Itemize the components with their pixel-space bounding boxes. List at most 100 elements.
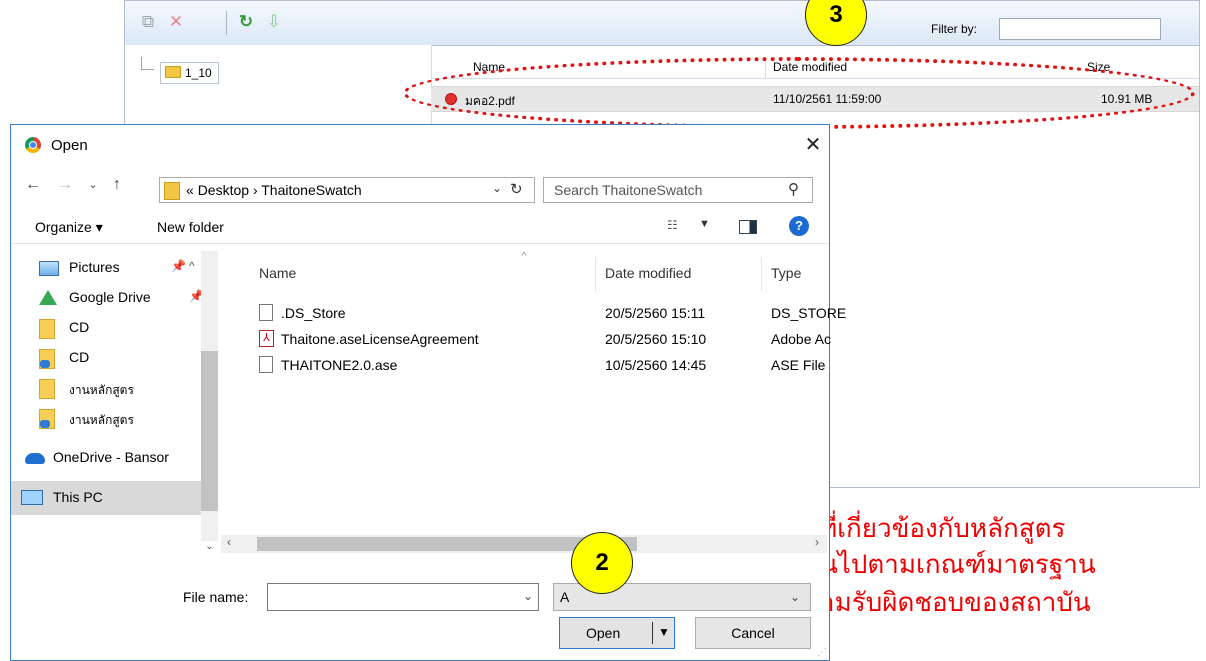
file-type: DS_STORE xyxy=(771,305,847,321)
document-icon xyxy=(259,304,273,321)
search-input[interactable]: Search ThaitoneSwatch ⚲ xyxy=(543,177,813,203)
address-path: « Desktop › ThaitoneSwatch xyxy=(186,182,362,198)
command-bar: Organize ▾ New folder ☷ ▼ ? xyxy=(11,209,829,244)
organize-menu[interactable]: Organize ▾ xyxy=(35,219,103,236)
folder-icon xyxy=(39,379,55,399)
up-arrow-icon[interactable]: ↑ xyxy=(105,173,129,197)
file-type-value: A xyxy=(560,589,570,605)
back-arrow-icon[interactable]: ← xyxy=(21,173,45,197)
new-folder-button[interactable]: New folder xyxy=(157,219,224,235)
thai-text-line-3: ามรับผิดชอบของสถาบัน xyxy=(820,587,1091,617)
chrome-icon xyxy=(25,137,41,153)
thai-text-line-1: ที่เกี่ยวข้องกับหลักสูตร xyxy=(820,513,1066,543)
column-date-modified[interactable]: Date modified xyxy=(605,265,691,281)
google-drive-icon xyxy=(39,290,57,305)
file-name: THAITONE2.0.ase xyxy=(281,357,398,373)
refresh-icon[interactable]: ↻ xyxy=(235,11,257,33)
open-dialog: Open ✕ ← → ⌄ ↑ « Desktop › ThaitoneSwatc… xyxy=(10,124,846,661)
filter-input[interactable] xyxy=(999,18,1161,40)
this-pc-icon xyxy=(21,490,43,505)
nav-item-this-pc[interactable]: This PC xyxy=(11,481,201,515)
nav-item-label: OneDrive - Bansor xyxy=(53,449,169,465)
file-name: Thaitone.aseLicenseAgreement xyxy=(281,331,479,347)
forward-arrow-icon[interactable]: → xyxy=(53,173,77,197)
address-segment-thaitoneswatch[interactable]: ThaitoneSwatch xyxy=(261,182,361,198)
address-bar[interactable]: « Desktop › ThaitoneSwatch ⌄ ↻ xyxy=(159,177,535,203)
view-dropdown-icon[interactable]: ▼ xyxy=(699,218,710,230)
address-segment-desktop[interactable]: Desktop xyxy=(198,182,249,198)
file-list: ^ Name Date modified Type .DS_Store 20/5… xyxy=(221,251,846,535)
file-date: 10/5/2560 14:45 xyxy=(605,357,707,373)
close-icon[interactable]: ✕ xyxy=(799,131,827,159)
file-row[interactable]: THAITONE2.0.ase 10/5/2560 14:45 ASE File xyxy=(221,353,827,379)
nav-item-label: CD xyxy=(69,349,90,365)
nav-item-curriculum-folder[interactable]: งานหลักสูตร xyxy=(11,373,201,403)
scroll-right-icon[interactable]: › xyxy=(815,535,819,549)
nav-item-google-drive[interactable]: Google Drive 📌 xyxy=(11,283,204,313)
column-divider xyxy=(595,257,596,291)
toolbar-separator xyxy=(226,11,227,35)
nav-item-label: Pictures xyxy=(69,259,120,275)
cancel-button[interactable]: Cancel xyxy=(695,617,811,649)
thai-text-line-2: นไปตามเกณฑ์มาตรฐาน xyxy=(820,549,1096,579)
copy-icon[interactable]: ⧉ xyxy=(137,11,159,33)
folder-icon xyxy=(39,319,55,339)
file-row[interactable]: ⅄ Thaitone.aseLicenseAgreement 20/5/2560… xyxy=(221,327,831,353)
nav-item-label: งานหลักสูตร xyxy=(69,383,134,397)
tree-folder-node[interactable]: 1_10 xyxy=(160,62,219,84)
file-row[interactable]: .DS_Store 20/5/2560 15:11 DS_STORE xyxy=(221,301,846,327)
column-type[interactable]: Type xyxy=(771,265,801,281)
nav-item-label: Google Drive xyxy=(69,289,151,305)
search-icon[interactable]: ⚲ xyxy=(788,180,799,198)
open-button[interactable]: Open ▼ xyxy=(559,617,675,649)
pictures-icon xyxy=(39,261,59,276)
nav-item-onedrive[interactable]: OneDrive - Bansor xyxy=(11,443,201,473)
filter-label: Filter by: xyxy=(931,22,978,36)
refresh-icon[interactable]: ↻ xyxy=(510,180,523,198)
pin-icon[interactable]: 📌 xyxy=(171,259,186,273)
folder-icon xyxy=(164,182,180,200)
dialog-titlebar[interactable]: Open ✕ xyxy=(11,125,829,165)
nav-item-pictures[interactable]: Pictures 📌 ^ xyxy=(11,253,201,283)
pdf-icon: ⅄ xyxy=(259,330,274,347)
annotation-ellipse xyxy=(403,57,1195,129)
file-type-dropdown-icon[interactable]: ⌄ xyxy=(790,590,800,604)
nav-pane-scroll-thumb[interactable] xyxy=(201,351,218,511)
onedrive-icon xyxy=(25,453,45,464)
file-name: .DS_Store xyxy=(281,305,346,321)
recent-locations-chevron-icon[interactable]: ⌄ xyxy=(81,173,105,197)
search-placeholder: Search ThaitoneSwatch xyxy=(554,182,703,198)
address-overflow[interactable]: « xyxy=(186,182,194,198)
file-type: ASE File xyxy=(771,357,826,373)
address-separator: › xyxy=(252,182,258,198)
nav-item-label: This PC xyxy=(53,489,103,505)
resize-grip-icon[interactable]: ⋰ xyxy=(817,647,827,658)
file-name-dropdown-icon[interactable]: ⌄ xyxy=(523,589,533,603)
folder-icon xyxy=(165,66,181,78)
view-options-icon[interactable]: ☷ xyxy=(667,218,678,232)
collapse-up-icon[interactable]: ^ xyxy=(189,259,195,273)
open-button-label: Open xyxy=(586,625,621,641)
cloud-folder-icon xyxy=(39,349,55,369)
open-dropdown-icon[interactable]: ▼ xyxy=(658,625,670,639)
download-icon[interactable]: ⇩ xyxy=(263,11,285,33)
nav-item-cd-folder[interactable]: CD xyxy=(11,313,201,343)
scroll-down-icon[interactable]: ⌄ xyxy=(201,541,218,552)
cloud-folder-icon xyxy=(39,409,55,429)
file-type: Adobe Ac xyxy=(771,331,831,347)
nav-item-cd-cloud[interactable]: CD xyxy=(11,343,201,373)
nav-item-curriculum-cloud[interactable]: งานหลักสูตร xyxy=(11,403,201,433)
delete-icon[interactable]: ✕ xyxy=(165,11,187,33)
document-icon xyxy=(259,356,273,373)
tree-folder-label: 1_10 xyxy=(185,66,212,80)
help-icon[interactable]: ? xyxy=(789,216,809,236)
file-date: 20/5/2560 15:10 xyxy=(605,331,707,347)
file-date: 20/5/2560 15:11 xyxy=(605,305,706,321)
file-name-input[interactable] xyxy=(267,583,539,611)
preview-pane-icon[interactable] xyxy=(739,220,757,234)
column-divider xyxy=(761,257,762,291)
scroll-left-icon[interactable]: ‹ xyxy=(227,535,231,549)
address-dropdown-icon[interactable]: ⌄ xyxy=(492,181,502,195)
callout-step-2: 2 xyxy=(571,532,633,594)
column-name[interactable]: Name xyxy=(259,265,296,281)
